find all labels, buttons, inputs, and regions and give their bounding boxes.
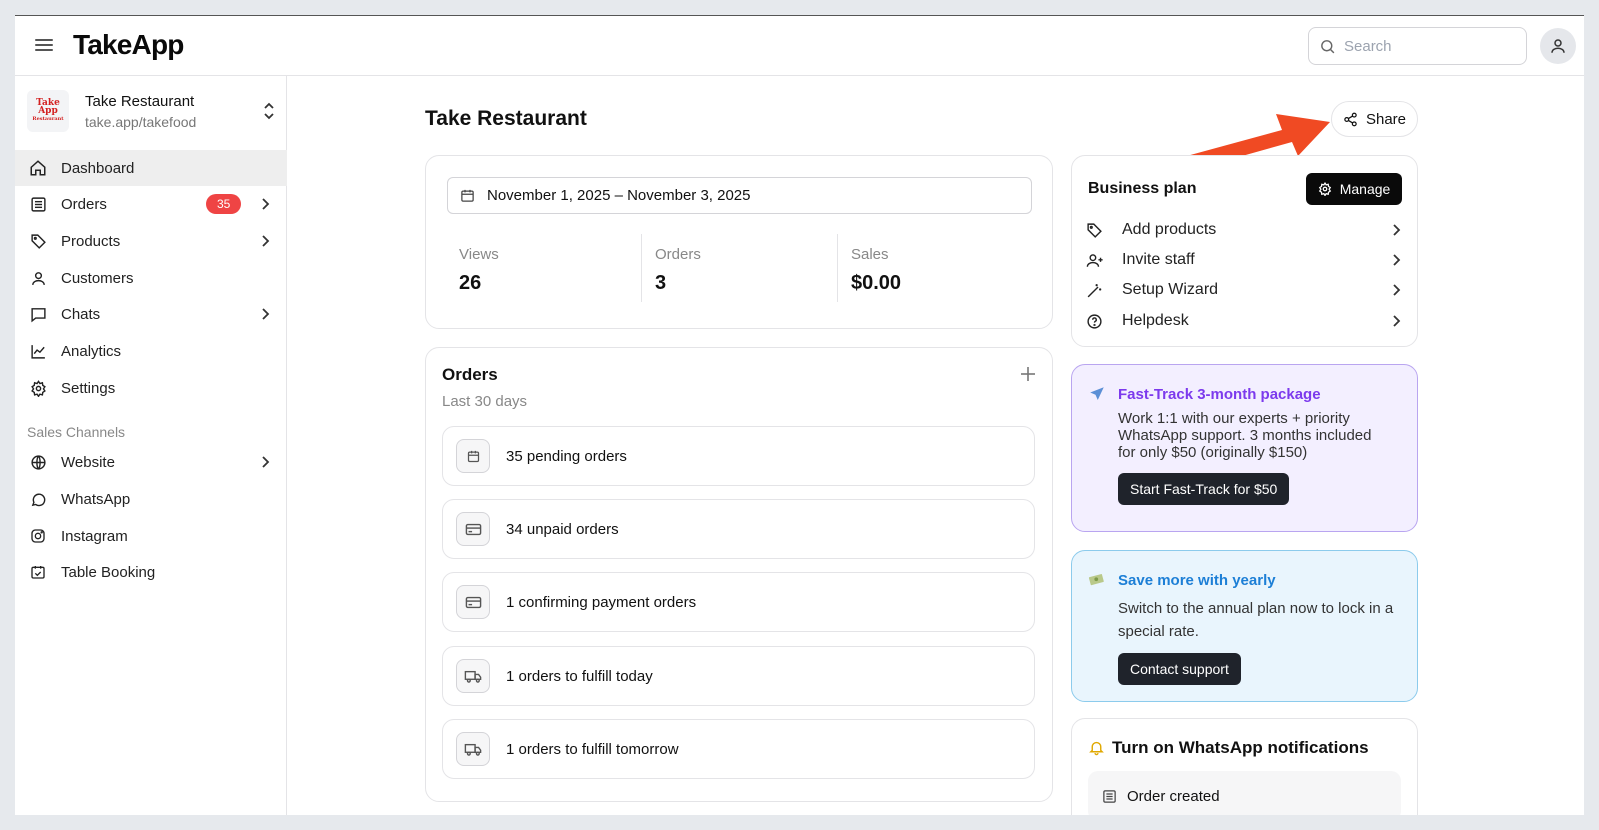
chevron-right-icon bbox=[1393, 284, 1401, 296]
gear-icon bbox=[1318, 182, 1331, 196]
order-row-unpaid[interactable]: 34 unpaid orders bbox=[442, 499, 1035, 559]
chevron-right-icon bbox=[262, 198, 270, 210]
top-bar: TakeApp bbox=[15, 16, 1584, 76]
user-icon bbox=[29, 269, 47, 287]
orders-icon bbox=[29, 195, 47, 213]
sidebar-item-instagram[interactable]: Instagram bbox=[15, 518, 287, 554]
yearly-description: Switch to the annual plan now to lock in… bbox=[1118, 600, 1394, 640]
share-icon bbox=[1344, 112, 1357, 126]
stats-card: November 1, 2025 – November 3, 2025 View… bbox=[425, 155, 1053, 329]
fast-track-description: Work 1:1 with our experts + priority Wha… bbox=[1118, 410, 1372, 461]
chart-icon bbox=[29, 342, 47, 360]
sidebar-item-chats[interactable]: Chats bbox=[15, 296, 287, 332]
chevron-right-icon bbox=[262, 308, 270, 320]
whatsapp-icon bbox=[29, 490, 47, 508]
orders-icon bbox=[1103, 789, 1116, 803]
business-plan-card: Business plan Manage Add products Invite… bbox=[1071, 155, 1418, 347]
calendar-icon bbox=[461, 189, 474, 202]
user-avatar[interactable] bbox=[1540, 28, 1576, 64]
chevron-right-icon bbox=[1393, 224, 1401, 236]
card-icon bbox=[456, 585, 490, 619]
yearly-plan-card: Save more with yearly Switch to the annu… bbox=[1071, 550, 1418, 702]
orders-subtitle: Last 30 days bbox=[442, 393, 528, 410]
date-range-text: November 1, 2025 – November 3, 2025 bbox=[487, 187, 751, 204]
sidebar-item-orders[interactable]: Orders 35 bbox=[15, 186, 287, 222]
help-icon bbox=[1086, 313, 1108, 330]
stat-views: Views 26 bbox=[459, 246, 499, 294]
chevron-up-down-icon bbox=[264, 102, 274, 120]
chevron-right-icon bbox=[262, 456, 270, 468]
order-row-fulfill-today[interactable]: 1 orders to fulfill today bbox=[442, 646, 1035, 706]
fast-track-card: Fast-Track 3-month package Work 1:1 with… bbox=[1071, 364, 1418, 532]
sidebar-item-table-booking[interactable]: Table Booking bbox=[15, 554, 287, 590]
tag-icon bbox=[29, 232, 47, 250]
home-icon bbox=[29, 159, 47, 177]
order-row-fulfill-tomorrow[interactable]: 1 orders to fulfill tomorrow bbox=[442, 719, 1035, 779]
hamburger-menu-icon[interactable] bbox=[33, 36, 55, 56]
page-title: Take Restaurant bbox=[425, 107, 587, 130]
user-plus-icon bbox=[1086, 252, 1108, 269]
sidebar-item-settings[interactable]: Settings bbox=[15, 370, 287, 406]
user-icon bbox=[1551, 39, 1565, 53]
store-switcher[interactable]: Take App Restaurant Take Restaurant take… bbox=[27, 88, 277, 134]
add-order-plus-icon[interactable] bbox=[1018, 364, 1038, 384]
chevron-right-icon bbox=[262, 235, 270, 247]
calendar-check-icon bbox=[29, 563, 47, 581]
sidebar-item-analytics[interactable]: Analytics bbox=[15, 333, 287, 369]
globe-icon bbox=[29, 453, 47, 471]
app-logo[interactable]: TakeApp bbox=[73, 29, 184, 61]
whatsapp-notifications-card: Turn on WhatsApp notifications Order cre… bbox=[1071, 718, 1418, 815]
gear-icon bbox=[29, 379, 47, 397]
bell-icon bbox=[1089, 741, 1104, 756]
business-plan-title: Business plan bbox=[1088, 180, 1197, 197]
tag-icon bbox=[1086, 222, 1108, 239]
orders-card: Orders Last 30 days 35 pending orders 34… bbox=[425, 347, 1053, 802]
chevron-right-icon bbox=[1393, 254, 1401, 266]
orders-title: Orders bbox=[442, 365, 498, 384]
whatsapp-notifications-title: Turn on WhatsApp notifications bbox=[1112, 738, 1369, 757]
search-input[interactable] bbox=[1344, 37, 1514, 55]
search-icon bbox=[1321, 39, 1335, 53]
card-icon bbox=[456, 512, 490, 546]
sidebar: Take App Restaurant Take Restaurant take… bbox=[15, 76, 287, 815]
instagram-icon bbox=[29, 527, 47, 545]
sidebar-item-customers[interactable]: Customers bbox=[15, 260, 287, 296]
store-url: take.app/takefood bbox=[85, 113, 197, 130]
invite-staff-link[interactable]: Invite staff bbox=[1086, 246, 1404, 274]
order-created-toggle-row[interactable]: Order created bbox=[1088, 771, 1401, 815]
start-fast-track-button[interactable]: Start Fast-Track for $50 bbox=[1118, 473, 1290, 505]
truck-icon bbox=[456, 732, 490, 766]
share-button[interactable]: Share bbox=[1331, 101, 1418, 137]
sales-channels-label: Sales Channels bbox=[27, 424, 126, 440]
sidebar-item-website[interactable]: Website bbox=[15, 444, 287, 480]
date-range-picker[interactable]: November 1, 2025 – November 3, 2025 bbox=[447, 177, 1032, 214]
sidebar-item-dashboard[interactable]: Dashboard bbox=[15, 150, 287, 186]
fast-track-title: Fast-Track 3-month package bbox=[1118, 386, 1321, 403]
wand-icon bbox=[1086, 282, 1108, 299]
store-logo: Take App Restaurant bbox=[27, 90, 69, 132]
app-window: TakeApp Take App Restaurant Take Restaur… bbox=[15, 15, 1584, 815]
contact-support-button[interactable]: Contact support bbox=[1118, 653, 1241, 685]
orders-count-badge: 35 bbox=[206, 194, 242, 214]
airplane-icon bbox=[1090, 387, 1104, 400]
money-icon bbox=[1088, 574, 1104, 586]
manage-button[interactable]: Manage bbox=[1306, 173, 1402, 205]
helpdesk-link[interactable]: Helpdesk bbox=[1086, 307, 1404, 335]
stat-sales: Sales $0.00 bbox=[837, 234, 1033, 302]
chat-icon bbox=[29, 305, 47, 323]
order-row-confirming[interactable]: 1 confirming payment orders bbox=[442, 572, 1035, 632]
stat-orders: Orders 3 bbox=[641, 234, 837, 302]
sidebar-item-whatsapp[interactable]: WhatsApp bbox=[15, 481, 287, 517]
sidebar-item-products[interactable]: Products bbox=[15, 223, 287, 259]
setup-wizard-link[interactable]: Setup Wizard bbox=[1086, 276, 1404, 304]
order-row-pending[interactable]: 35 pending orders bbox=[442, 426, 1035, 486]
chevron-right-icon bbox=[1393, 315, 1401, 327]
yearly-title: Save more with yearly bbox=[1118, 572, 1276, 589]
calendar-icon bbox=[456, 439, 490, 473]
add-products-link[interactable]: Add products bbox=[1086, 216, 1404, 244]
search-box[interactable] bbox=[1308, 27, 1527, 65]
truck-icon bbox=[456, 659, 490, 693]
store-name: Take Restaurant bbox=[85, 92, 195, 110]
